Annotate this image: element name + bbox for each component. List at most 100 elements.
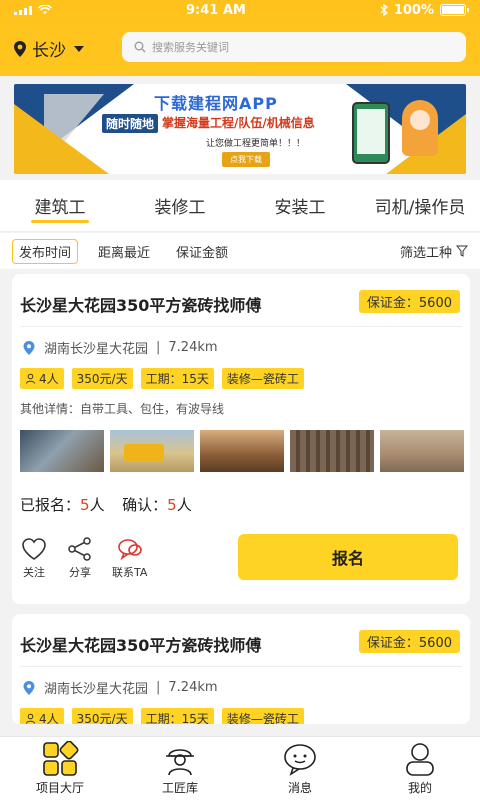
banner-line-a: 随时随地 [102,114,159,133]
nav-profile-label: 我的 [407,781,432,795]
city-selector[interactable]: 长沙 [12,36,84,61]
job-title: 长沙星大花园350平方瓷砖找师傅 [20,636,262,655]
mascot-illustration [402,100,438,156]
site-photo[interactable] [110,430,194,472]
site-photo[interactable] [20,430,104,472]
tag-daily-wage: 350元/天 [71,708,133,724]
funnel-icon [456,245,468,257]
wifi-icon [38,5,52,14]
banner-subtitle: 让您做工程更简单！！！ [206,139,306,149]
distance-text: 7.24km [168,680,218,695]
signup-button[interactable]: 报名 [238,534,458,580]
tab-construction[interactable]: 建筑工 [0,180,120,231]
site-photo[interactable] [290,430,374,472]
tag-duration: 工期：15天 [140,708,214,724]
card-actions: 关注 分享 联系TA [20,536,147,580]
confirm-unit: 人 [176,496,192,514]
signal-icon [14,5,32,15]
divider [20,666,462,667]
banner-title: 下载建程网APP [154,94,278,113]
location-pin-icon [23,680,35,695]
promo-banner[interactable]: 下载建程网APP 随时随地 掌握海量工程/队伍/机械信息 让您做工程更简单！！！… [14,84,466,174]
contact-button[interactable]: 联系TA [112,536,147,580]
share-icon [68,537,91,561]
worker-helmet-icon [166,749,194,776]
address-text: 湖南长沙星大花园 [44,682,149,697]
search-input[interactable]: 搜索服务关键词 [122,32,466,62]
category-tabs: 建筑工 装修工 安装工 司机/操作员 [0,180,480,232]
nav-project-hall-label: 项目大厅 [35,781,84,795]
chevron-down-icon [74,45,84,52]
confirm-label: 确认： [122,496,168,514]
divider [20,326,462,327]
phone-illustration [352,102,390,164]
status-time: 9:41 AM [185,2,246,18]
job-address: 湖南长沙星大花园 | 7.24km [22,678,218,697]
tag-headcount-text: 4人 [39,712,59,724]
signup-counts: 已报名：5人 确认：5人 [20,494,192,515]
follow-button[interactable]: 关注 [20,536,48,580]
distance-text: 7.24km [168,340,218,355]
contact-label: 联系TA [112,566,148,579]
tab-installation[interactable]: 安装工 [240,180,360,231]
follow-label: 关注 [23,566,45,579]
filter-bar: 发布时间 距离最近 保证金额 筛选工种 [0,233,480,269]
heart-icon [22,538,46,560]
job-title: 长沙星大花园350平方瓷砖找师傅 [20,296,262,315]
tag-headcount: 4人 [20,708,64,724]
signed-count: 5 [80,496,90,514]
battery-percent: 100% [393,2,434,18]
nav-messages[interactable]: 消息 [240,737,360,800]
site-photo[interactable] [200,430,284,472]
tab-driver-operator[interactable]: 司机/操作员 [360,180,480,231]
tag-duration: 工期：15天 [140,368,214,389]
filter-nearest[interactable]: 距离最近 [92,240,156,263]
chat-icon [117,539,142,561]
job-detail: 其他详情：自带工具、包住，有波导线 [20,402,225,416]
job-tags: 4人 350元/天 工期：15天 装修—瓷砖工 [20,708,304,724]
banner-line-b: 掌握海量工程/队伍/机械信息 [162,116,315,130]
header: 9:41 AM 100% 长沙 搜索服务关键词 [0,0,480,76]
filter-trade-label: 筛选工种 [399,245,452,261]
location-pin-icon [23,340,35,355]
status-bar: 9:41 AM 100% [0,0,480,20]
bottom-nav: 项目大厅 工匠库 消息 我的 [0,736,480,800]
tag-trade: 装修—瓷砖工 [221,368,304,389]
user-profile-icon [406,743,434,776]
job-tags: 4人 350元/天 工期：15天 装修—瓷砖工 [20,368,304,389]
confirm-count: 5 [167,496,177,514]
signed-unit: 人 [89,496,105,514]
share-label: 分享 [69,566,91,579]
share-button[interactable]: 分享 [66,536,94,580]
nav-messages-label: 消息 [287,781,312,795]
search-icon [134,41,146,53]
deposit-badge: 保证金：5600 [358,630,460,653]
tag-headcount: 4人 [20,368,64,389]
location-pin-icon [14,40,26,57]
person-icon [26,373,35,384]
person-icon [26,713,35,724]
tag-headcount-text: 4人 [39,372,59,386]
message-bubble-icon [284,744,316,776]
job-card[interactable]: 长沙星大花园350平方瓷砖找师傅 保证金：5600 湖南长沙星大花园 | 7.2… [12,614,470,724]
tag-daily-wage: 350元/天 [71,368,133,389]
filter-publish-time[interactable]: 发布时间 [12,238,79,264]
nav-project-hall[interactable]: 项目大厅 [0,737,120,800]
nav-craftsman-library[interactable]: 工匠库 [120,737,240,800]
tab-decoration[interactable]: 装修工 [120,180,240,231]
filter-deposit-amount[interactable]: 保证金额 [170,240,234,263]
filter-trade-button[interactable]: 筛选工种 [400,242,468,261]
signed-label: 已报名： [20,496,81,514]
nav-craftsman-label: 工匠库 [161,781,198,795]
search-placeholder: 搜索服务关键词 [152,41,229,54]
job-address: 湖南长沙星大花园 | 7.24km [22,338,218,357]
battery-icon [440,4,469,16]
job-card[interactable]: 长沙星大花园350平方瓷砖找师傅 保证金：5600 湖南长沙星大花园 | 7.2… [12,274,470,604]
address-text: 湖南长沙星大花园 [44,342,149,357]
bluetooth-icon [380,4,388,16]
site-photo[interactable] [380,430,464,472]
grid-icon [43,741,79,776]
nav-profile[interactable]: 我的 [360,737,480,800]
banner-download-button[interactable]: 点我下载 [222,152,270,167]
tag-trade: 装修—瓷砖工 [221,708,304,724]
